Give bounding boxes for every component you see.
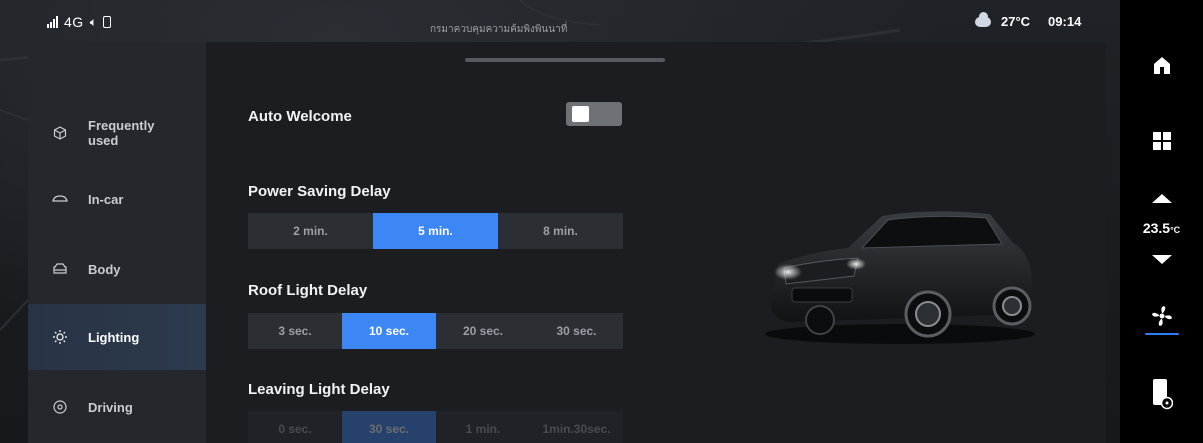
settings-panel: Frequently used In-car Body Lighting Dri… — [28, 42, 1106, 443]
sidebar-item-in-car[interactable]: In-car — [28, 166, 206, 232]
sidebar-item-label: Frequently used — [88, 118, 155, 148]
temperature-value: 23.5 — [1142, 220, 1171, 236]
outside-temperature: 27°C — [1001, 14, 1031, 29]
fan-icon — [1151, 306, 1172, 326]
roof-light-delay-label: Roof Light Delay — [248, 282, 368, 299]
roof-light-option[interactable]: 20 sec. — [436, 313, 530, 349]
clock: 09:14 — [1048, 14, 1082, 29]
power-saving-delay-selector: 2 min. 5 min. 8 min. — [248, 213, 623, 249]
climate-rail: 23.5°C — [1120, 0, 1203, 443]
road-name: กรมาควบคุมความค้มพิงพินนาที่ — [430, 24, 568, 35]
weather-time: 27°C 09:14 — [975, 11, 1082, 29]
sidebar-item-frequently-used[interactable]: Frequently used — [28, 100, 206, 166]
roof-light-option[interactable]: 3 sec. — [248, 313, 342, 349]
auto-welcome-toggle[interactable] — [566, 102, 622, 126]
sidebar-item-driving[interactable]: Driving — [28, 374, 206, 440]
status-bar: 4G 🔈︎ กรมาควบคุมความค้มพิงพินนาที่ 27°C … — [0, 0, 1120, 42]
cabin-temperature: 23.5°C — [1120, 220, 1203, 236]
network-type: 4G — [64, 14, 84, 30]
fan-button[interactable] — [1120, 300, 1203, 340]
settings-sidebar: Frequently used In-car Body Lighting Dri… — [28, 42, 206, 443]
sidebar-item-body[interactable]: Body — [28, 236, 206, 302]
sidebar-item-label: In-car — [88, 191, 124, 207]
leaving-light-option[interactable]: 0 sec. — [248, 411, 342, 443]
fan-active-indicator — [1144, 333, 1179, 335]
phone-icon — [1152, 379, 1173, 410]
apps-button[interactable] — [1120, 124, 1203, 158]
power-saving-option[interactable]: 8 min. — [498, 213, 623, 249]
temperature-unit: °C — [1170, 225, 1181, 235]
leaving-light-delay-selector: 0 sec. 30 sec. 1 min. 1min.30sec. — [248, 411, 623, 443]
car-body-icon — [52, 261, 68, 277]
cloud-icon — [975, 11, 991, 27]
home-icon — [1153, 57, 1170, 74]
car-outline-icon — [52, 191, 68, 207]
power-saving-option[interactable]: 2 min. — [248, 213, 373, 249]
steering-wheel-icon — [52, 399, 68, 415]
chevron-up-icon — [1151, 194, 1172, 203]
power-saving-option-selected[interactable]: 5 min. — [373, 213, 498, 249]
leaving-light-option[interactable]: 1min.30sec. — [530, 411, 623, 443]
sun-icon — [52, 329, 68, 345]
apps-grid-icon — [1152, 132, 1171, 150]
toggle-knob — [572, 106, 589, 122]
phone-button[interactable] — [1120, 374, 1203, 414]
cube-icon — [52, 125, 68, 141]
sidebar-item-label: Body — [88, 261, 121, 277]
leaving-light-option[interactable]: 1 min. — [436, 411, 530, 443]
signal-bars-icon — [47, 16, 58, 28]
home-button[interactable] — [1120, 48, 1203, 82]
sidebar-item-label: Driving — [88, 399, 133, 415]
leaving-light-option-selected[interactable]: 30 sec. — [342, 411, 436, 443]
roof-light-option-selected[interactable]: 10 sec. — [342, 313, 436, 349]
drag-handle[interactable] — [465, 58, 665, 62]
auto-welcome-label: Auto Welcome — [248, 108, 352, 125]
car-image — [765, 211, 1035, 344]
power-saving-delay-label: Power Saving Delay — [248, 183, 391, 200]
temperature-down-button[interactable] — [1120, 248, 1203, 272]
sidebar-item-label: Lighting — [88, 329, 140, 345]
volume-icon: 🔈︎ — [89, 14, 98, 29]
chevron-down-icon — [1151, 255, 1172, 264]
roof-light-delay-selector: 3 sec. 10 sec. 20 sec. 30 sec. — [248, 313, 623, 349]
leaving-light-delay-label: Leaving Light Delay — [248, 381, 390, 398]
roof-light-option[interactable]: 30 sec. — [530, 313, 623, 349]
phone-status-icon — [103, 16, 112, 28]
signal-indicator: 4G 🔈︎ — [47, 14, 112, 30]
sidebar-item-lighting[interactable]: Lighting — [28, 304, 206, 370]
temperature-up-button[interactable] — [1120, 186, 1203, 210]
